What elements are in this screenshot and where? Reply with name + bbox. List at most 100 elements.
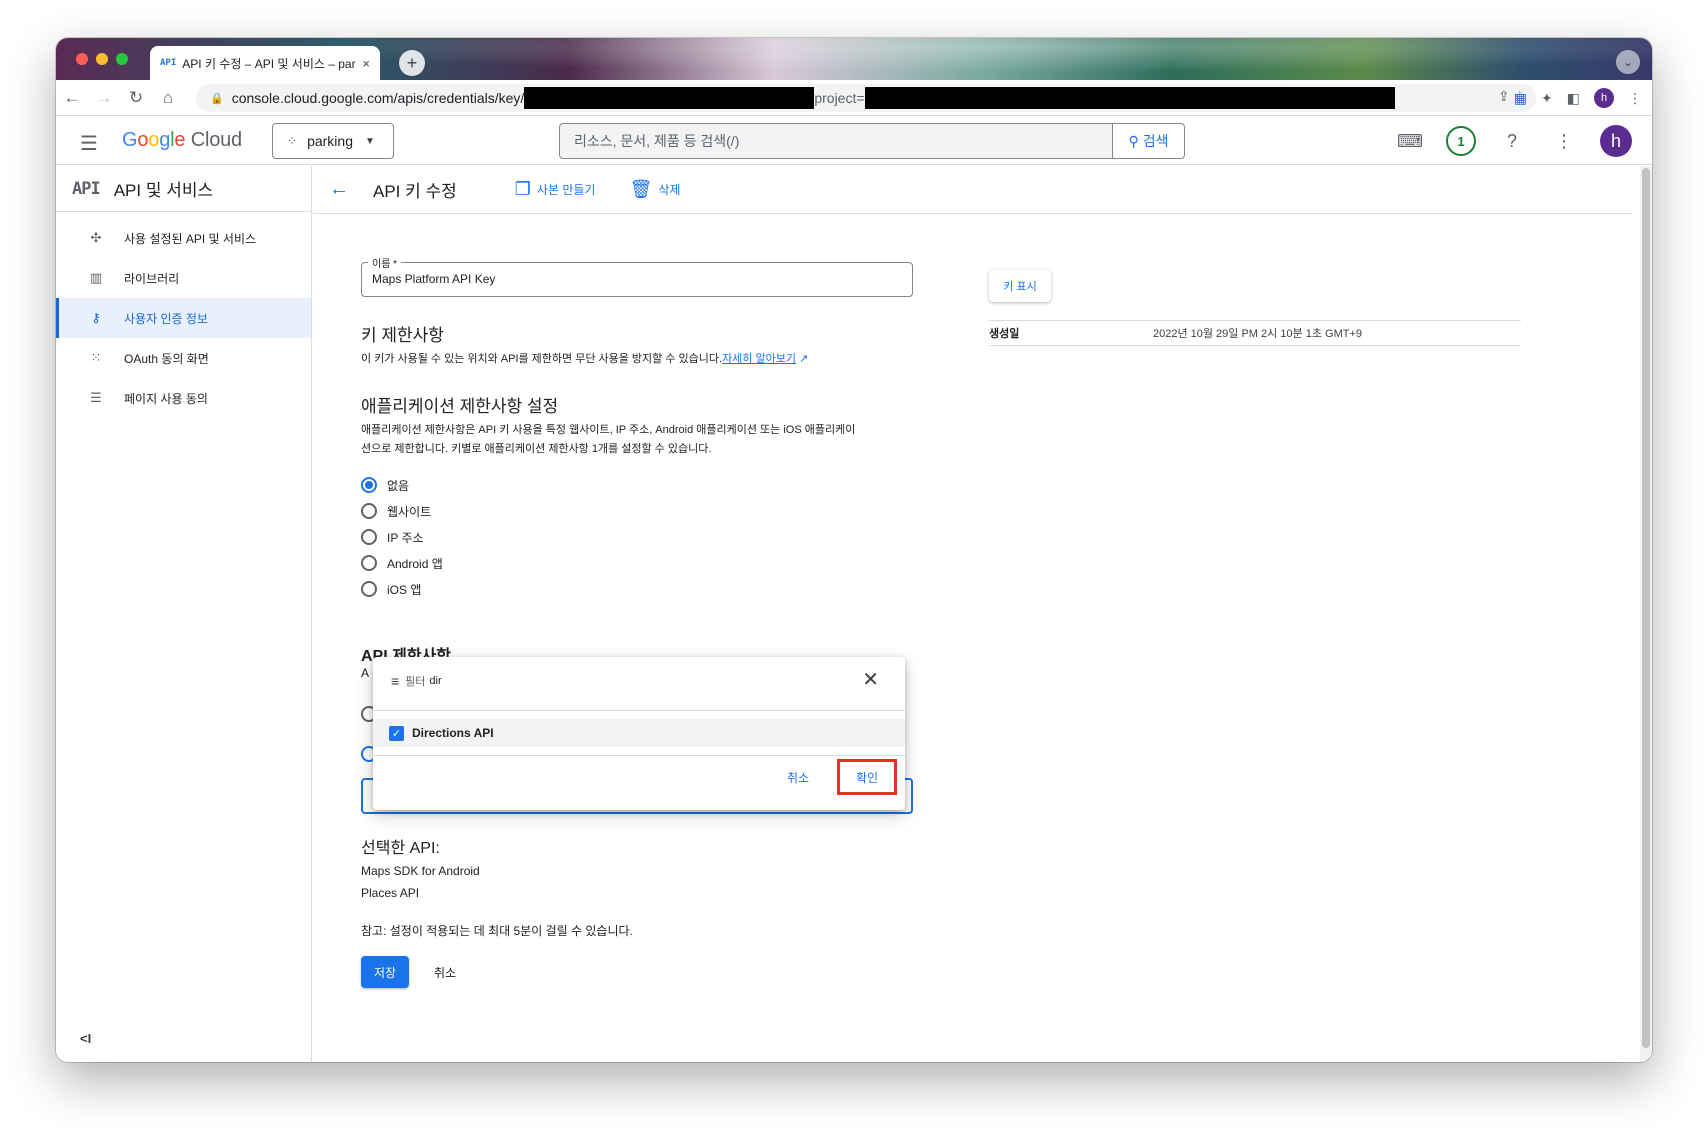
created-date-row: 생성일 2022년 10월 29일 PM 2시 10분 1초 GMT+9 (989, 320, 1521, 346)
sidebar-item[interactable]: ✣ 사용 설정된 API 및 서비스 (56, 218, 311, 258)
radio-circle-icon[interactable] (361, 477, 377, 493)
filter-input[interactable]: ≡ 필터 dir (391, 673, 442, 689)
project-selector[interactable]: ⁘ parking ▼ (272, 123, 394, 159)
key-restrictions-heading: 키 제한사항 (361, 326, 444, 345)
back-arrow-icon[interactable]: ← (329, 178, 349, 201)
tab-close-icon[interactable]: × (362, 56, 370, 71)
cancel-button[interactable]: 취소 (421, 956, 469, 988)
browser-tab[interactable]: API API 키 수정 – API 및 서비스 – park × (150, 46, 380, 80)
scrollbar[interactable] (1640, 166, 1652, 1062)
close-window-button[interactable] (76, 53, 88, 65)
home-icon[interactable]: ⌂ (152, 88, 184, 108)
radio-circle-icon[interactable] (361, 555, 377, 571)
reload-icon[interactable]: ↻ (120, 88, 152, 108)
checkbox-checked-icon[interactable]: ✓ (389, 725, 404, 741)
url-prefix: console.cloud.google.com/apis/credential… (231, 90, 525, 106)
sidebar-item-label: 페이지 사용 동의 (124, 391, 208, 406)
google-wordmark: Google (122, 129, 186, 151)
name-field-value: Maps Platform API Key (372, 272, 496, 286)
api-favicon-icon: API (160, 58, 177, 68)
sidebar-item[interactable]: ☰ 페이지 사용 동의 (56, 378, 311, 418)
api-option-label: Directions API (412, 726, 494, 740)
sidebar-item-label: 사용자 인증 정보 (124, 311, 208, 326)
tab-search-chevron-icon[interactable]: ⌄ (1616, 50, 1640, 74)
sidebar-item-label: 라이브러리 (124, 271, 180, 286)
api-option-row[interactable]: ✓ Directions API (373, 719, 905, 747)
popup-cancel-button[interactable]: 취소 (787, 769, 809, 786)
radio-label: iOS 앱 (387, 582, 422, 597)
api-filter-popup: ≡ 필터 dir ✕ ✓ Directions API 취소 확인 (373, 657, 905, 810)
diamond-nodes-icon: ✣ (90, 230, 102, 245)
sidebar-item-label: 사용 설정된 API 및 서비스 (124, 231, 257, 246)
extension-icon[interactable]: ▦ (1514, 90, 1527, 107)
app-restrictions-heading: 애플리케이션 제한사항 설정 (361, 397, 559, 416)
lock-icon: 🔒 (210, 92, 224, 105)
collapse-sidebar-button[interactable]: <I (80, 1031, 91, 1046)
learn-more-link[interactable]: 자세히 알아보기 (722, 353, 796, 365)
close-icon[interactable]: ✕ (862, 667, 879, 692)
api-restrictions-desc-partial: A (361, 666, 370, 680)
settings-list-icon: ☰ (90, 390, 102, 405)
cloud-shell-icon[interactable]: ⌨ (1394, 125, 1426, 157)
app-restriction-radio[interactable]: iOS 앱 (361, 576, 443, 602)
sidebar-item[interactable]: ⚷ 사용자 인증 정보 (56, 298, 311, 338)
google-cloud-logo[interactable]: Google Cloud (122, 129, 242, 152)
help-icon[interactable]: ? (1496, 125, 1528, 157)
name-field-label: 이름 * (368, 255, 402, 270)
page-header: ← API 키 수정 ❐ 사본 만들기 🗑 삭제 (313, 166, 1633, 214)
sidebar-item[interactable]: ⁙ OAuth 동의 화면 (56, 338, 311, 378)
delete-button[interactable]: 🗑 삭제 (629, 179, 680, 200)
copy-button[interactable]: ❐ 사본 만들기 (515, 179, 596, 200)
sidebar: API API 및 서비스 ✣ 사용 설정된 API 및 서비스 ▥ 라이브러리 ⚷ 사용… (56, 166, 312, 1062)
more-menu-icon[interactable]: ⋮ (1628, 90, 1642, 107)
app-restriction-radio[interactable]: 없음 (361, 472, 443, 498)
forward-arrow-icon[interactable]: → (88, 88, 120, 108)
search-bar[interactable]: 리소스, 문서, 제품 등 검색(/) ⚲ 검색 (559, 123, 1185, 159)
sidepanel-icon[interactable]: ◧ (1567, 90, 1580, 107)
puzzle-icon[interactable]: ✦ (1541, 90, 1553, 107)
name-field[interactable]: 이름 * Maps Platform API Key (361, 255, 913, 297)
radio-circle-icon[interactable] (361, 529, 377, 545)
avatar[interactable]: h (1600, 125, 1632, 157)
selected-api-item: Maps SDK for Android (361, 864, 480, 878)
filter-query: dir (429, 675, 442, 687)
library-icon: ▥ (89, 270, 103, 285)
sidebar-title: API 및 서비스 (113, 181, 214, 200)
search-input[interactable]: 리소스, 문서, 제품 등 검색(/) (560, 131, 1112, 151)
profile-avatar-small[interactable]: h (1594, 88, 1614, 108)
radio-circle-icon[interactable] (361, 503, 377, 519)
redacted-key (524, 87, 815, 109)
notification-badge[interactable]: 1 (1446, 126, 1476, 156)
cloud-header: ☰ Google Cloud ⁘ parking ▼ 리소스, 문서, 제품 등… (56, 117, 1652, 165)
address-bar[interactable]: 🔒 console.cloud.google.com/apis/credenti… (196, 84, 1536, 112)
minimize-window-button[interactable] (96, 53, 108, 65)
app-restrictions-desc-line1: 애플리케이션 제한사항은 API 키 사용을 특정 웹사이트, IP 주소, A… (361, 424, 856, 436)
external-link-icon: ↗ (799, 353, 809, 365)
back-arrow-icon[interactable]: ← (56, 88, 88, 108)
created-label: 생성일 (989, 328, 1020, 340)
radio-circle-icon[interactable] (361, 581, 377, 597)
app-restriction-radio[interactable]: IP 주소 (361, 524, 443, 550)
project-nodes-icon: ⁘ (287, 134, 298, 148)
tab-title: API 키 수정 – API 및 서비스 – park (182, 56, 357, 71)
search-button[interactable]: ⚲ 검색 (1112, 124, 1184, 158)
popup-ok-button[interactable]: 확인 (837, 759, 897, 795)
new-tab-button[interactable]: + (399, 50, 425, 76)
save-button[interactable]: 저장 (361, 956, 409, 988)
more-options-icon[interactable]: ⋮ (1548, 125, 1580, 157)
radio-label: Android 앱 (387, 556, 443, 571)
trash-icon: 🗑 (629, 179, 653, 199)
show-key-button[interactable]: 키 표시 (989, 270, 1051, 302)
created-value: 2022년 10월 29일 PM 2시 10분 1초 GMT+9 (1153, 328, 1363, 340)
key-restrictions-desc: 이 키가 사용될 수 있는 위치와 API를 제한하면 무단 사용을 방지할 수… (361, 353, 809, 365)
redacted-project (864, 87, 1395, 109)
copy-icon: ❐ (514, 179, 531, 199)
sidebar-item[interactable]: ▥ 라이브러리 (56, 258, 311, 298)
selected-api-label: 선택한 API: (361, 840, 440, 857)
zoom-window-button[interactable] (116, 53, 128, 65)
app-restriction-radio[interactable]: Android 앱 (361, 550, 443, 576)
sidebar-item-label: OAuth 동의 화면 (124, 351, 209, 366)
hamburger-menu-icon[interactable]: ☰ (80, 131, 98, 156)
filter-icon: ≡ (391, 673, 400, 689)
app-restriction-radio[interactable]: 웹사이트 (361, 498, 443, 524)
